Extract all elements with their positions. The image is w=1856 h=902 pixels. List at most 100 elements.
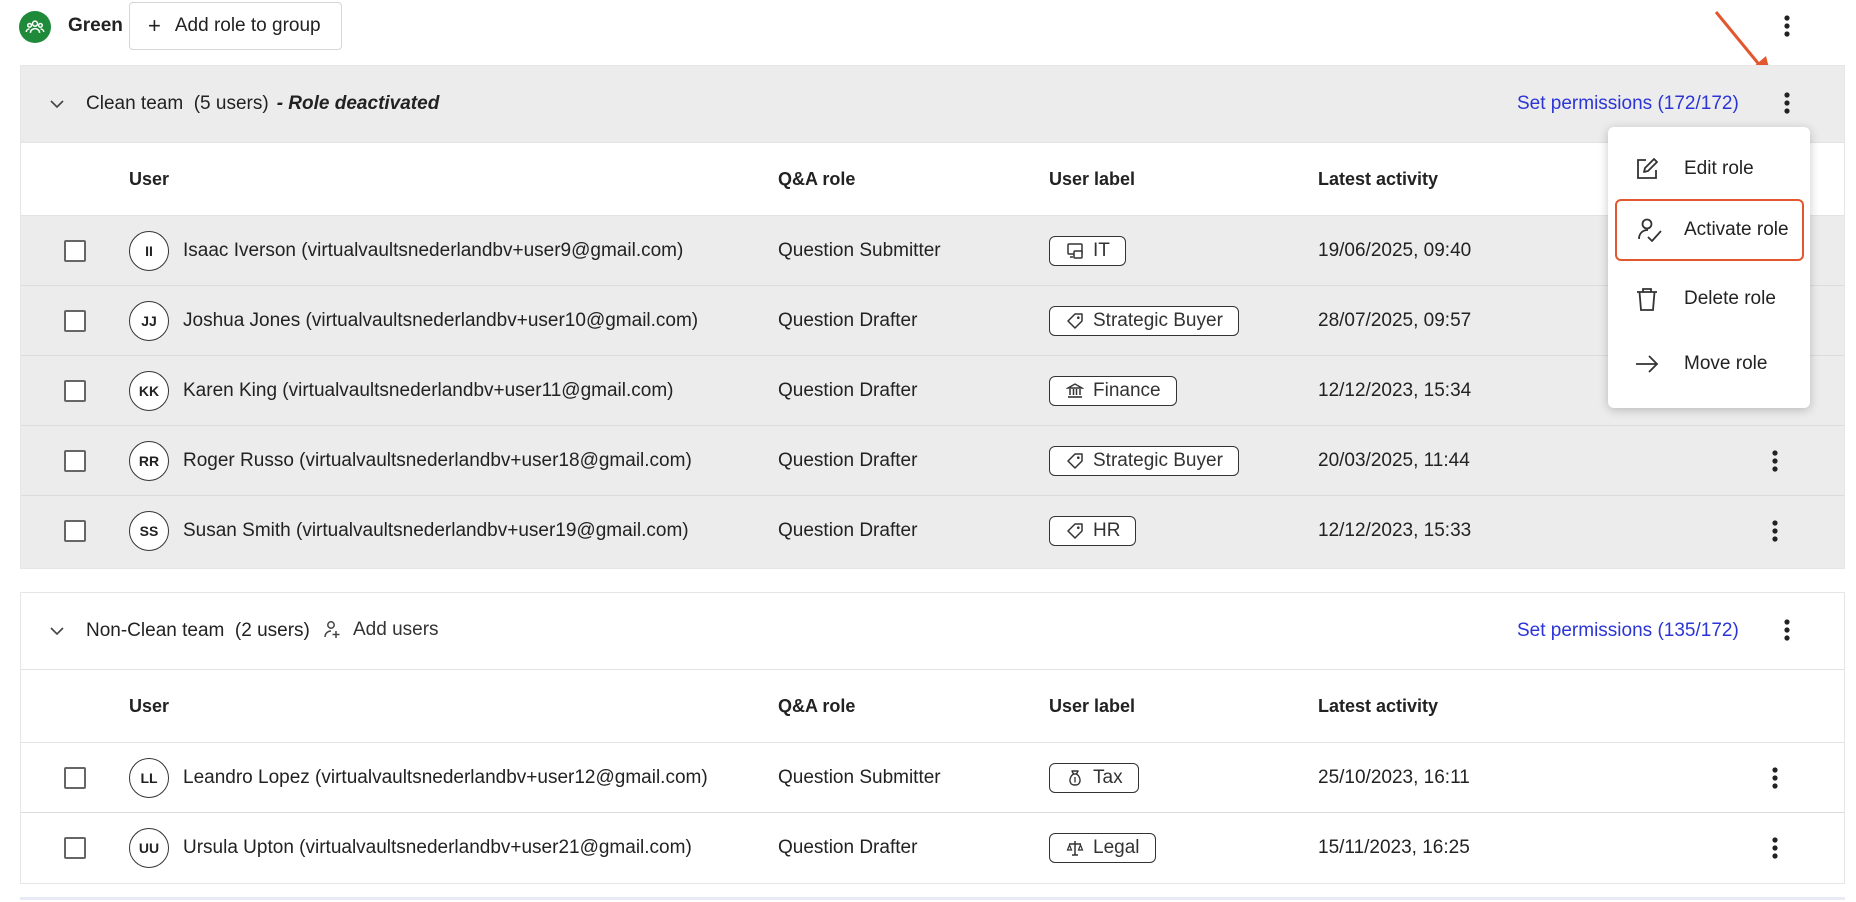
role-section-non-clean-team: Non-Clean team (2 users) Add users Set p…: [20, 592, 1845, 884]
user-name: Isaac Iverson (virtualvaultsnederlandbv+…: [183, 240, 684, 261]
role-section-clean-team: Clean team (5 users) - Role deactivated S…: [20, 65, 1845, 569]
group-name: Green: [68, 15, 123, 36]
column-user: User: [129, 696, 170, 716]
avatar: RR: [129, 441, 169, 481]
add-user-icon: [324, 621, 340, 638]
qa-role: Question Drafter: [778, 520, 918, 541]
table-row: SS Susan Smith (virtualvaultsnederlandbv…: [21, 496, 1844, 566]
group-header: Green + Add role to group: [0, 0, 1856, 52]
row-more-icon[interactable]: [1759, 445, 1791, 477]
menu-item-edit-role[interactable]: Edit role: [1608, 141, 1810, 197]
latest-activity: 20/03/2025, 11:44: [1318, 450, 1470, 471]
add-users-label: Add users: [353, 619, 439, 640]
qa-role: Question Drafter: [778, 837, 918, 858]
latest-activity: 19/06/2025, 09:40: [1318, 240, 1472, 261]
role-status: - Role deactivated: [276, 93, 440, 114]
tag-icon: [1067, 523, 1083, 539]
tag-icon: [1067, 453, 1083, 469]
menu-item-delete-role[interactable]: Delete role: [1608, 271, 1810, 327]
chevron-down-icon[interactable]: [47, 94, 67, 114]
role-header: Clean team (5 users) - Role deactivated S…: [21, 66, 1844, 142]
role-more-icon[interactable]: [1771, 87, 1803, 119]
menu-item-label: Move role: [1684, 353, 1768, 374]
qa-role: Question Submitter: [778, 240, 941, 261]
column-user-label: User label: [1049, 169, 1136, 189]
user-label-text: IT: [1093, 240, 1110, 261]
scales-icon: [1066, 841, 1084, 856]
row-checkbox[interactable]: [64, 837, 86, 859]
row-checkbox[interactable]: [64, 310, 86, 332]
user-label-text: Tax: [1093, 767, 1123, 788]
row-more-icon[interactable]: [1759, 762, 1791, 794]
add-role-button[interactable]: + Add role to group: [129, 2, 342, 50]
user-label-text: Finance: [1093, 380, 1161, 401]
column-latest-activity: Latest activity: [1318, 696, 1439, 716]
column-latest-activity: Latest activity: [1318, 169, 1439, 189]
role-more-icon[interactable]: [1771, 614, 1803, 646]
role-name: Clean team: [86, 93, 184, 114]
user-label-text: Strategic Buyer: [1093, 310, 1223, 331]
row-checkbox[interactable]: [64, 450, 86, 472]
table-row: KK Karen King (virtualvaultsnederlandbv+…: [21, 356, 1844, 426]
user-check-icon: [1638, 218, 1662, 242]
latest-activity: 28/07/2025, 09:57: [1318, 310, 1472, 331]
role-name: Non-Clean team: [86, 620, 225, 641]
user-label-text: HR: [1093, 520, 1121, 541]
user-label-badge: Strategic Buyer: [1049, 306, 1239, 336]
user-name: Roger Russo (virtualvaultsnederlandbv+us…: [183, 450, 692, 471]
row-more-icon[interactable]: [1759, 515, 1791, 547]
user-label-text: Legal: [1093, 837, 1140, 858]
group-icon: [19, 11, 51, 43]
avatar: KK: [129, 371, 169, 411]
qa-role: Question Drafter: [778, 450, 918, 471]
latest-activity: 12/12/2023, 15:33: [1318, 520, 1472, 541]
add-users-button[interactable]: Add users: [323, 619, 439, 641]
menu-item-label: Delete role: [1684, 288, 1776, 309]
avatar: LL: [129, 758, 169, 798]
user-label-text: Strategic Buyer: [1093, 450, 1223, 471]
user-name: Ursula Upton (virtualvaultsnederlandbv+u…: [183, 837, 692, 858]
latest-activity: 15/11/2023, 16:25: [1318, 837, 1470, 858]
row-checkbox[interactable]: [64, 520, 86, 542]
qa-role: Question Drafter: [778, 310, 918, 331]
computer-icon: [1067, 243, 1083, 259]
arrow-right-icon: [1636, 355, 1659, 373]
user-label-badge: HR: [1049, 516, 1137, 546]
avatar: UU: [129, 828, 169, 868]
row-checkbox[interactable]: [64, 767, 86, 789]
table-row: RR Roger Russo (virtualvaultsnederlandbv…: [21, 426, 1844, 496]
role-user-count: (5 users): [193, 93, 269, 114]
plus-icon: +: [148, 13, 161, 38]
set-permissions-link[interactable]: Set permissions (135/172): [1517, 620, 1739, 642]
add-role-label: Add role to group: [174, 15, 321, 36]
menu-item-move-role[interactable]: Move role: [1608, 336, 1810, 392]
table-row: II Isaac Iverson (virtualvaultsnederland…: [21, 216, 1844, 286]
row-checkbox[interactable]: [64, 380, 86, 402]
role-title: Clean team (5 users) - Role deactivated: [86, 93, 439, 115]
user-label-badge: Tax: [1049, 763, 1139, 793]
avatar: JJ: [129, 301, 169, 341]
menu-item-label: Edit role: [1684, 158, 1754, 179]
tag-icon: [1067, 313, 1083, 329]
column-qa-role: Q&A role: [778, 169, 856, 189]
user-label-badge: IT: [1049, 236, 1126, 266]
divider: [20, 897, 1845, 900]
table-row: JJ Joshua Jones (virtualvaultsnederlandb…: [21, 286, 1844, 356]
table-row: UU Ursula Upton (virtualvaultsnederlandb…: [21, 813, 1844, 883]
chevron-down-icon[interactable]: [47, 621, 67, 641]
role-context-menu: Edit role Activate role Delete role Move…: [1608, 127, 1810, 408]
role-title: Non-Clean team (2 users): [86, 620, 310, 642]
row-checkbox[interactable]: [64, 240, 86, 262]
menu-item-activate-role[interactable]: Activate role: [1615, 199, 1804, 261]
avatar: II: [129, 231, 169, 271]
role-user-count: (2 users): [234, 620, 310, 641]
qa-role: Question Submitter: [778, 767, 941, 788]
column-qa-role: Q&A role: [778, 696, 856, 716]
user-label-badge: Legal: [1049, 833, 1156, 863]
user-name: Joshua Jones (virtualvaultsnederlandbv+u…: [183, 310, 699, 331]
latest-activity: 12/12/2023, 15:34: [1318, 380, 1472, 401]
set-permissions-link[interactable]: Set permissions (172/172): [1517, 93, 1739, 115]
user-name: Karen King (virtualvaultsnederlandbv+use…: [183, 380, 674, 401]
column-user: User: [129, 169, 170, 189]
row-more-icon[interactable]: [1759, 832, 1791, 864]
